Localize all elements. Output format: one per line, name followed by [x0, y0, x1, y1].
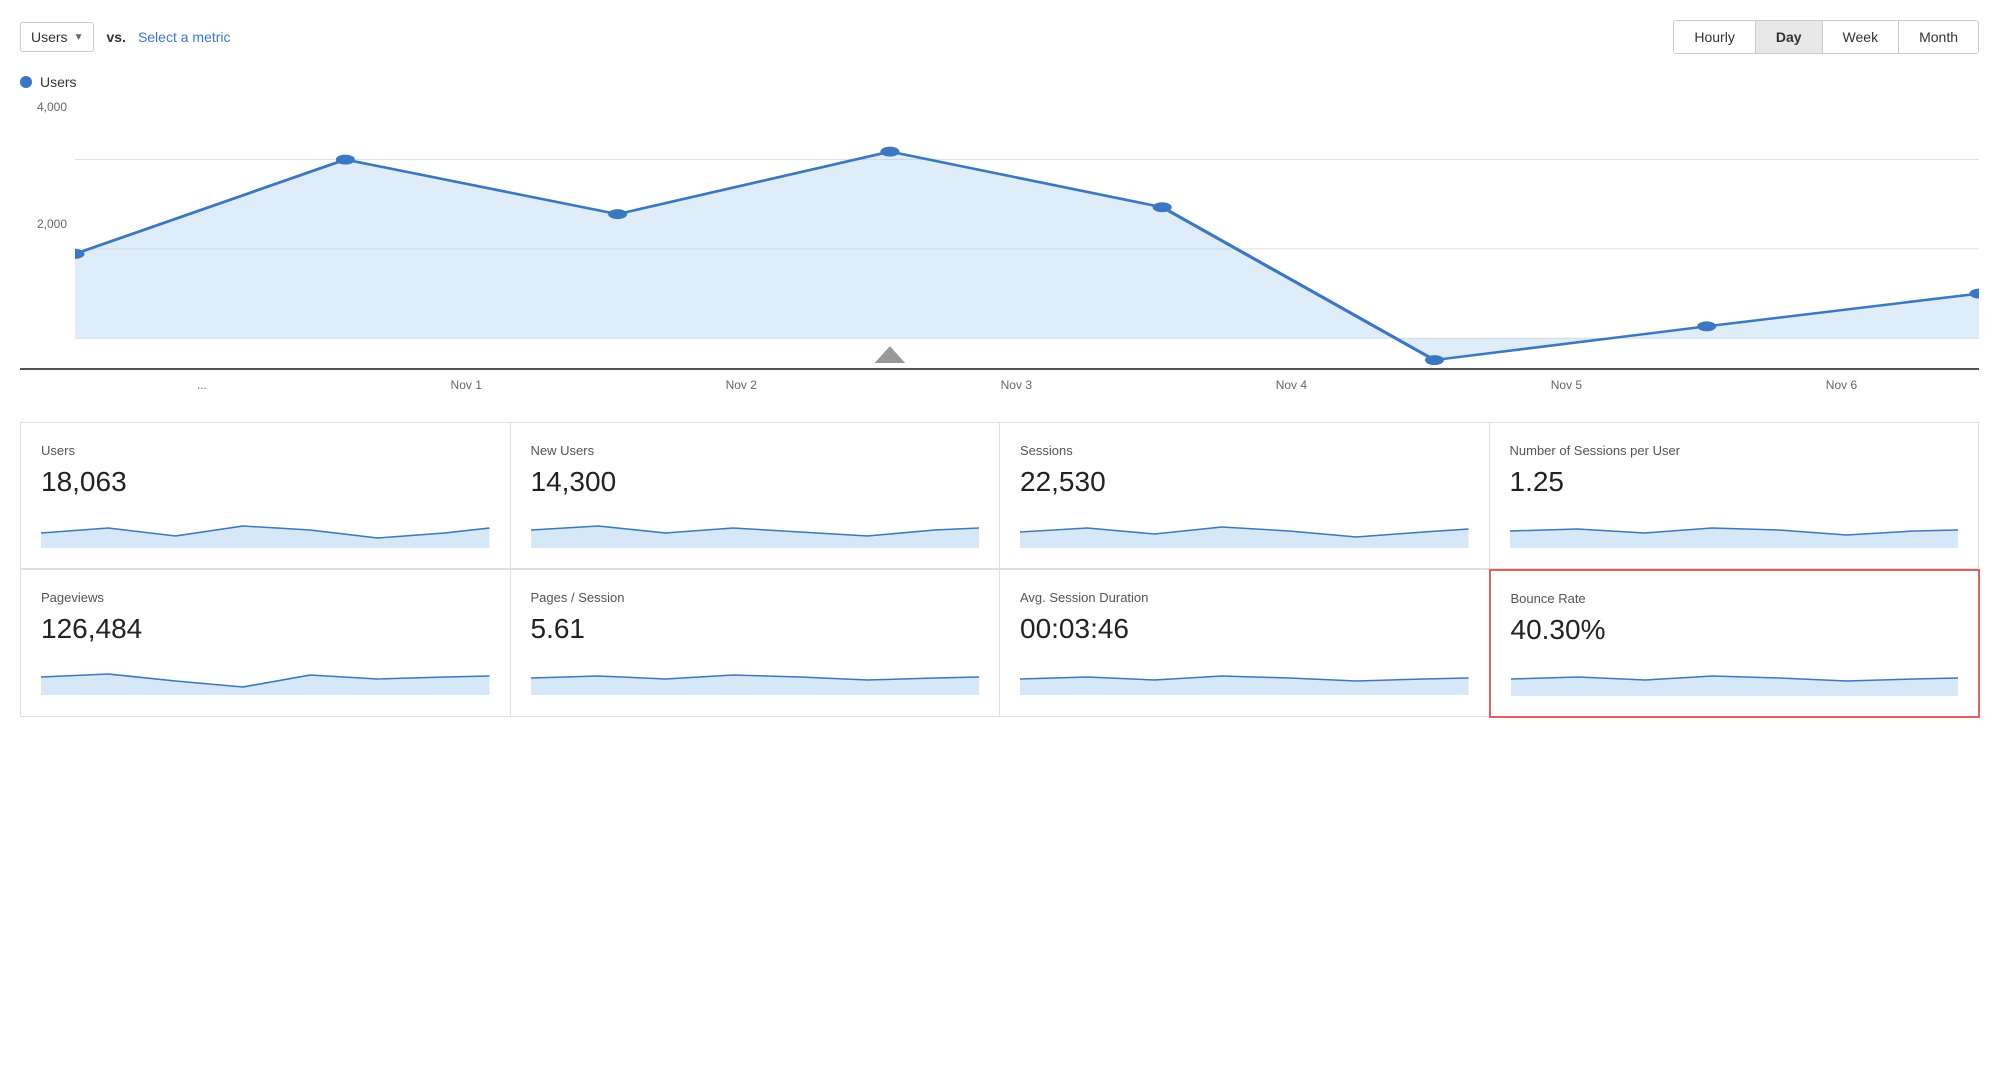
mini-chart-sessions-per-user [1510, 508, 1959, 548]
metrics-row-2: Pageviews 126,484 Pages / Session 5.61 A… [20, 569, 1979, 717]
metric-value-pageviews: 126,484 [41, 613, 490, 645]
metric-title-users: Users [41, 443, 490, 458]
chart-container: Users 4,000 2,000 [20, 74, 1979, 392]
metric-value-pages-session: 5.61 [531, 613, 980, 645]
metric-card-bounce-rate: Bounce Rate 40.30% [1489, 569, 1981, 718]
chart-point-4 [1153, 202, 1172, 212]
metric-title-pageviews: Pageviews [41, 590, 490, 605]
metric-card-sessions-per-user: Number of Sessions per User 1.25 [1490, 423, 1980, 569]
time-period-buttons: Hourly Day Week Month [1673, 20, 1979, 54]
legend-label: Users [40, 74, 77, 90]
chart-point-5 [1425, 355, 1444, 365]
chart-svg [75, 100, 1979, 368]
select-metric-link[interactable]: Select a metric [138, 29, 231, 45]
mini-chart-sessions [1020, 508, 1469, 548]
metric-title-pages-session: Pages / Session [531, 590, 980, 605]
month-button[interactable]: Month [1899, 21, 1978, 53]
chart-point-1 [336, 155, 355, 165]
metric-card-sessions: Sessions 22,530 [1000, 423, 1490, 569]
y-axis-labels: 4,000 2,000 [20, 100, 75, 338]
x-label-1: Nov 1 [451, 378, 482, 392]
mini-chart-bounce-rate [1511, 656, 1959, 696]
metric-card-new-users: New Users 14,300 [511, 423, 1001, 569]
x-label-2: Nov 2 [726, 378, 757, 392]
metric-value-new-users: 14,300 [531, 466, 980, 498]
metric-value-sessions-per-user: 1.25 [1510, 466, 1959, 498]
y-label-top: 4,000 [20, 100, 75, 114]
day-button[interactable]: Day [1756, 21, 1823, 53]
chart-area: 4,000 2,000 [20, 100, 1979, 370]
metric-dropdown[interactable]: Users ▼ [20, 22, 94, 52]
mini-chart-users [41, 508, 490, 548]
chart-tooltip-indicator [875, 346, 905, 363]
mini-chart-avg-duration [1020, 655, 1469, 695]
metric-value-avg-duration: 00:03:46 [1020, 613, 1469, 645]
metric-title-avg-duration: Avg. Session Duration [1020, 590, 1469, 605]
metric-value-users: 18,063 [41, 466, 490, 498]
mini-chart-pageviews [41, 655, 490, 695]
metric-card-pages-session: Pages / Session 5.61 [511, 570, 1001, 717]
y-label-mid: 2,000 [20, 217, 75, 231]
metric-title-new-users: New Users [531, 443, 980, 458]
x-axis-labels: ... Nov 1 Nov 2 Nov 3 Nov 4 Nov 5 Nov 6 [20, 378, 1979, 392]
hourly-button[interactable]: Hourly [1674, 21, 1755, 53]
metric-value-bounce-rate: 40.30% [1511, 614, 1959, 646]
vs-label: vs. [106, 29, 125, 45]
mini-chart-pages-session [531, 655, 980, 695]
chart-point-6 [1697, 321, 1716, 331]
week-button[interactable]: Week [1823, 21, 1900, 53]
metric-title-sessions-per-user: Number of Sessions per User [1510, 443, 1959, 458]
metric-card-users: Users 18,063 [21, 423, 511, 569]
x-label-3: Nov 3 [1001, 378, 1032, 392]
metric-title-sessions: Sessions [1020, 443, 1469, 458]
metric-value-sessions: 22,530 [1020, 466, 1469, 498]
metric-card-avg-duration: Avg. Session Duration 00:03:46 [1000, 570, 1490, 717]
mini-chart-new-users [531, 508, 980, 548]
x-label-5: Nov 5 [1551, 378, 1582, 392]
legend-dot [20, 76, 32, 88]
chart-svg-area [75, 100, 1979, 368]
toolbar: Users ▼ vs. Select a metric Hourly Day W… [20, 20, 1979, 54]
metric-dropdown-label: Users [31, 29, 68, 45]
chevron-down-icon: ▼ [74, 32, 84, 43]
chart-point-3 [880, 147, 899, 157]
metrics-row-1: Users 18,063 New Users 14,300 Sessions 2… [20, 422, 1979, 569]
x-label-4: Nov 4 [1276, 378, 1307, 392]
metric-card-pageviews: Pageviews 126,484 [21, 570, 511, 717]
metric-title-bounce-rate: Bounce Rate [1511, 591, 1959, 606]
toolbar-left: Users ▼ vs. Select a metric [20, 22, 231, 52]
chart-point-2 [608, 209, 627, 219]
chart-legend: Users [20, 74, 1979, 90]
x-label-6: Nov 6 [1826, 378, 1857, 392]
x-label-0: ... [197, 378, 207, 392]
